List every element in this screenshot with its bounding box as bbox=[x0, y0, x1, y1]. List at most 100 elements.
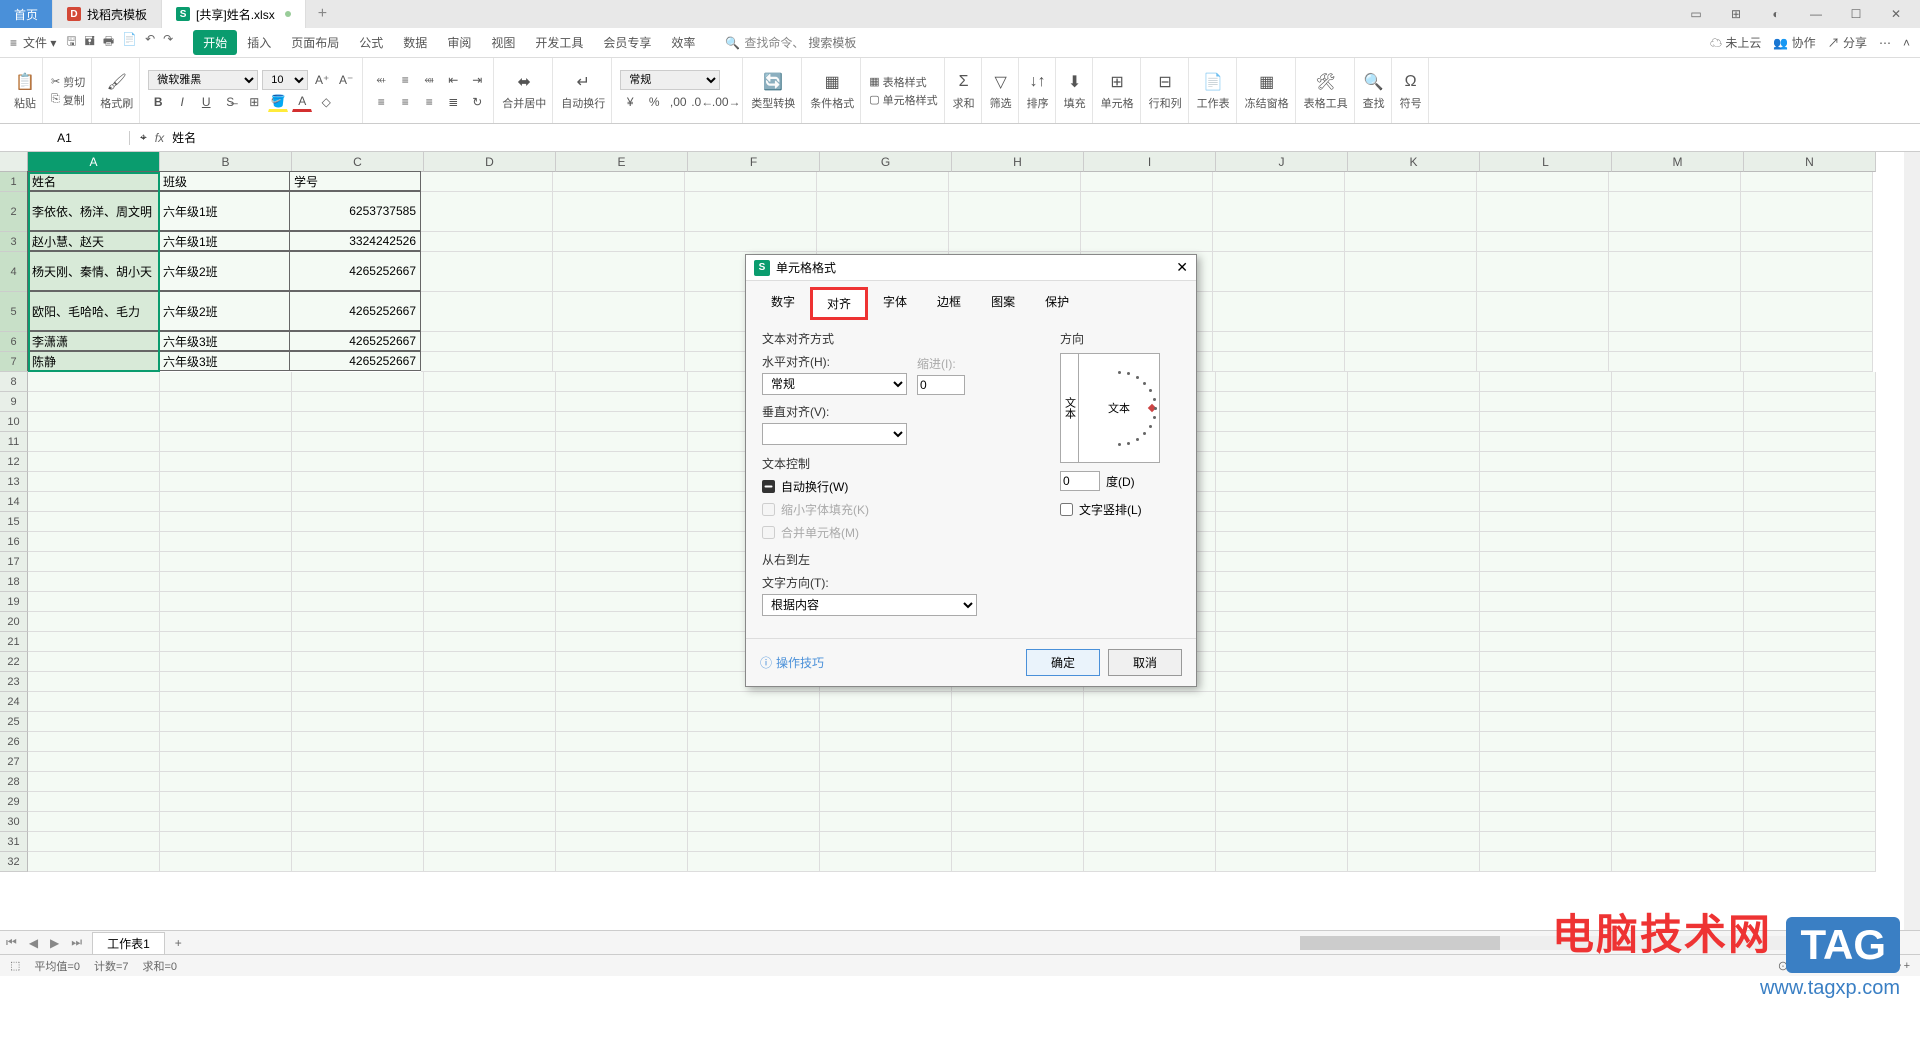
freeze-button[interactable]: ▦冻结窗格 bbox=[1245, 71, 1289, 111]
cell[interactable] bbox=[1612, 552, 1744, 572]
cell[interactable] bbox=[292, 652, 424, 672]
cell[interactable] bbox=[553, 232, 685, 252]
cell[interactable] bbox=[1612, 592, 1744, 612]
cell[interactable] bbox=[553, 332, 685, 352]
cell[interactable] bbox=[1345, 192, 1477, 232]
cell[interactable] bbox=[424, 372, 556, 392]
cell[interactable] bbox=[553, 292, 685, 332]
row-header-18[interactable]: 18 bbox=[0, 572, 28, 592]
cell[interactable] bbox=[556, 772, 688, 792]
cell[interactable] bbox=[421, 232, 553, 252]
cell[interactable] bbox=[949, 192, 1081, 232]
cell[interactable] bbox=[556, 812, 688, 832]
cell[interactable] bbox=[556, 572, 688, 592]
cloud-status[interactable]: ☁ 未上云 bbox=[1710, 34, 1761, 51]
cell[interactable] bbox=[1216, 752, 1348, 772]
cell[interactable] bbox=[952, 832, 1084, 852]
cell[interactable] bbox=[1084, 752, 1216, 772]
cell[interactable] bbox=[1213, 252, 1345, 292]
col-header-I[interactable]: I bbox=[1084, 152, 1216, 172]
cell[interactable] bbox=[556, 452, 688, 472]
fill-button[interactable]: ⬇填充 bbox=[1064, 71, 1086, 111]
cell[interactable] bbox=[424, 852, 556, 872]
cell[interactable] bbox=[28, 712, 160, 732]
indent-increase-button[interactable]: ⇥ bbox=[467, 70, 487, 90]
cell[interactable]: 赵小慧、赵天 bbox=[27, 231, 159, 251]
cell[interactable] bbox=[28, 632, 160, 652]
cell[interactable] bbox=[28, 772, 160, 792]
cell[interactable] bbox=[160, 572, 292, 592]
row-header-21[interactable]: 21 bbox=[0, 632, 28, 652]
cell[interactable] bbox=[1348, 632, 1480, 652]
font-name-select[interactable]: 微软雅黑 bbox=[148, 70, 258, 90]
cell[interactable] bbox=[949, 172, 1081, 192]
cell[interactable] bbox=[1744, 472, 1876, 492]
cell[interactable] bbox=[1348, 792, 1480, 812]
row-header-16[interactable]: 16 bbox=[0, 532, 28, 552]
tab-home[interactable]: 首页 bbox=[0, 0, 53, 28]
row-header-5[interactable]: 5 bbox=[0, 292, 28, 332]
cell[interactable] bbox=[1348, 852, 1480, 872]
cell[interactable] bbox=[556, 712, 688, 732]
cell[interactable]: 4265252667 bbox=[289, 251, 421, 291]
cell[interactable] bbox=[1480, 452, 1612, 472]
cell[interactable] bbox=[1612, 452, 1744, 472]
bold-button[interactable]: B bbox=[148, 92, 168, 112]
cell[interactable] bbox=[820, 732, 952, 752]
cell[interactable] bbox=[424, 432, 556, 452]
cell[interactable] bbox=[160, 812, 292, 832]
cell[interactable] bbox=[1348, 752, 1480, 772]
cell[interactable] bbox=[1480, 472, 1612, 492]
row-header-10[interactable]: 10 bbox=[0, 412, 28, 432]
maximize-button[interactable]: ☐ bbox=[1842, 4, 1870, 24]
cell[interactable] bbox=[820, 832, 952, 852]
v-align-select[interactable] bbox=[762, 423, 907, 445]
cell[interactable] bbox=[160, 672, 292, 692]
cell[interactable]: 4265252667 bbox=[289, 291, 421, 331]
cell[interactable] bbox=[1744, 392, 1876, 412]
cell[interactable]: 李依依、杨洋、周文明 bbox=[27, 191, 159, 231]
cell[interactable] bbox=[292, 552, 424, 572]
cell[interactable] bbox=[424, 552, 556, 572]
find-button[interactable]: 🔍查找 bbox=[1363, 71, 1385, 111]
cell[interactable] bbox=[424, 412, 556, 432]
cell[interactable] bbox=[1744, 552, 1876, 572]
cell[interactable] bbox=[1477, 332, 1609, 352]
cell[interactable] bbox=[1612, 412, 1744, 432]
cell[interactable] bbox=[292, 492, 424, 512]
cell[interactable]: 李潇潇 bbox=[27, 331, 159, 351]
cell[interactable] bbox=[556, 372, 688, 392]
cell[interactable] bbox=[1612, 832, 1744, 852]
cell[interactable] bbox=[292, 772, 424, 792]
cell[interactable]: 杨天刚、秦情、胡小天 bbox=[27, 251, 159, 291]
cell[interactable] bbox=[1612, 392, 1744, 412]
cond-format-button[interactable]: ▦条件格式 bbox=[810, 71, 854, 111]
cell[interactable] bbox=[1612, 632, 1744, 652]
cell[interactable] bbox=[292, 672, 424, 692]
cell[interactable]: 六年级3班 bbox=[158, 351, 290, 371]
cell[interactable]: 六年级3班 bbox=[158, 331, 290, 351]
cell[interactable] bbox=[1081, 192, 1213, 232]
dialog-tab-protect[interactable]: 保护 bbox=[1030, 287, 1084, 320]
cell[interactable] bbox=[1744, 372, 1876, 392]
cell[interactable] bbox=[160, 712, 292, 732]
cell[interactable] bbox=[1744, 712, 1876, 732]
cell[interactable] bbox=[28, 452, 160, 472]
align-bottom-button[interactable]: ⬵ bbox=[419, 70, 439, 90]
cell[interactable] bbox=[820, 812, 952, 832]
row-header-4[interactable]: 4 bbox=[0, 252, 28, 292]
cell[interactable] bbox=[556, 512, 688, 532]
cell[interactable] bbox=[817, 172, 949, 192]
cell[interactable] bbox=[1348, 412, 1480, 432]
cell[interactable] bbox=[1612, 652, 1744, 672]
cell[interactable] bbox=[1612, 672, 1744, 692]
copy-button[interactable]: ⎘复制 bbox=[51, 92, 85, 108]
currency-button[interactable]: ¥ bbox=[620, 92, 640, 112]
cell[interactable] bbox=[1345, 252, 1477, 292]
cell[interactable] bbox=[160, 752, 292, 772]
cell[interactable] bbox=[424, 732, 556, 752]
cell[interactable] bbox=[688, 732, 820, 752]
row-header-22[interactable]: 22 bbox=[0, 652, 28, 672]
cell[interactable] bbox=[1084, 832, 1216, 852]
cut-button[interactable]: ✂剪切 bbox=[51, 74, 85, 90]
